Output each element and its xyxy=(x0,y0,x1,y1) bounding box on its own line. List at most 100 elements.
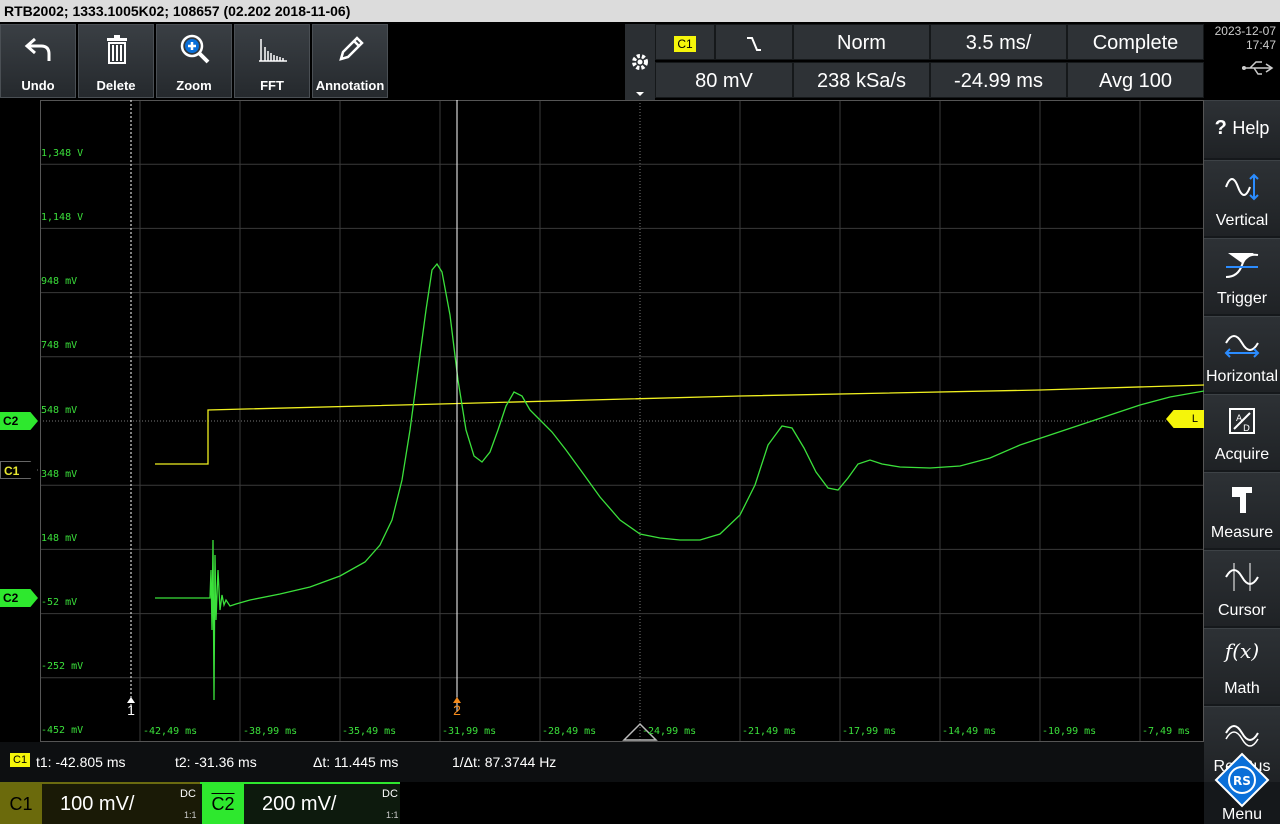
measure-label: Measure xyxy=(1210,524,1274,541)
trigger-source-cell[interactable]: C1 xyxy=(655,24,715,60)
x-tick-label: -7,49 ms xyxy=(1142,726,1191,737)
channel-bar: C1 100 mV/ DC 1:1 C2 200 mV/ DC 1:1 xyxy=(0,782,1204,824)
cursor-delta-t: Δt: 11.445 ms xyxy=(313,754,399,770)
ch1-probe: 1:1 xyxy=(184,810,197,820)
pencil-icon xyxy=(339,36,364,61)
horizontal-icon xyxy=(1224,335,1260,358)
trigger-icon xyxy=(1225,253,1259,278)
ch1-info[interactable]: C1 100 mV/ DC 1:1 xyxy=(0,782,200,824)
datetime: 2023-12-07 17:47 xyxy=(1206,24,1276,81)
trigger-mode-cell[interactable]: Norm xyxy=(793,24,930,60)
usb-icon xyxy=(1242,61,1274,75)
fft-icon xyxy=(259,39,287,62)
x-tick-label: -17,99 ms xyxy=(842,726,897,737)
cursor-2-handle[interactable]: 2 xyxy=(451,697,463,717)
trigger-slope-cell[interactable] xyxy=(715,24,793,60)
sidebar-item-cursor[interactable]: Cursor xyxy=(1204,550,1280,626)
y-tick-label: -452 mV xyxy=(41,725,84,736)
math-label: Math xyxy=(1224,680,1260,697)
ch2-offset-marker[interactable]: C2 xyxy=(0,589,38,607)
undo-button[interactable]: Undo xyxy=(0,24,76,98)
trigger-label: Trigger xyxy=(1216,290,1268,307)
acquire-icon: AD xyxy=(1229,408,1255,434)
ch1-waveform xyxy=(155,384,1204,465)
date-text: 2023-12-07 xyxy=(1214,24,1276,38)
sidebar-item-acquire[interactable]: AD Acquire xyxy=(1204,394,1280,470)
x-tick-label: -31,99 ms xyxy=(442,726,497,737)
x-tick-label: -14,49 ms xyxy=(942,726,997,737)
ref-icon xyxy=(1225,725,1259,747)
horizontal-label: Horizontal xyxy=(1205,368,1279,385)
sidebar-item-horizontal[interactable]: Horizontal xyxy=(1204,316,1280,392)
y-tick-label: -52 mV xyxy=(41,597,78,608)
cursor-source-badge: C1 xyxy=(10,753,31,767)
sidebar-menu: ? Help Vertical Trigger Horizontal AD Ac… xyxy=(1204,100,1280,824)
cursor-1-label: 1 xyxy=(127,702,135,718)
falling-edge-icon xyxy=(747,36,761,51)
ch2-probe: 1:1 xyxy=(386,810,399,820)
cursor-inverse-delta-t: 1/Δt: 87.3744 Hz xyxy=(452,754,557,770)
ch2-info[interactable]: C2 200 mV/ DC 1:1 xyxy=(200,782,400,824)
cursor-icon xyxy=(1225,563,1259,591)
vertical-icon xyxy=(1225,173,1259,201)
time-text: 17:47 xyxy=(1245,38,1276,52)
fft-button[interactable]: FFT xyxy=(234,24,310,98)
sample-rate-cell[interactable]: 238 kSa/s xyxy=(793,62,930,98)
acq-mode-cell[interactable]: Avg 100 xyxy=(1067,62,1204,98)
sidebar-item-trigger[interactable]: Trigger xyxy=(1204,238,1280,314)
x-tick-label: -35,49 ms xyxy=(342,726,397,737)
x-tick-label: -24,99 ms xyxy=(642,726,697,737)
sidebar-item-measure[interactable]: Measure xyxy=(1204,472,1280,548)
y-tick-label: -252 mV xyxy=(41,661,84,672)
x-tick-label: -10,99 ms xyxy=(1042,726,1097,737)
sidebar-item-help[interactable]: ? Help xyxy=(1204,100,1280,158)
help-icon: ? xyxy=(1214,117,1227,139)
acq-state-cell[interactable]: Complete xyxy=(1067,24,1204,60)
cursor-2-label: 2 xyxy=(453,702,461,718)
trigger-source-badge: C1 xyxy=(674,35,696,52)
ch2-label: C2 xyxy=(202,784,244,824)
cursor-t1: t1: -42.805 ms xyxy=(36,754,126,770)
cursor-t2: t2: -31.36 ms xyxy=(175,754,257,770)
annotation-label: Annotation xyxy=(315,78,385,93)
settings-button[interactable] xyxy=(625,24,655,100)
ch2-scale: 200 mV/ xyxy=(262,793,337,815)
help-label: Help xyxy=(1232,118,1270,138)
svg-text:D: D xyxy=(1243,424,1250,434)
fft-label: FFT xyxy=(260,78,284,93)
acquire-label: Acquire xyxy=(1214,446,1270,463)
delete-label: Delete xyxy=(96,78,136,93)
sidebar-item-vertical[interactable]: Vertical xyxy=(1204,160,1280,236)
cursor-1-handle[interactable]: 1 xyxy=(125,697,137,717)
window-title: RTB2002; 1333.1005K02; 108657 (02.202 20… xyxy=(0,0,1280,22)
waveform-grid xyxy=(40,100,1204,742)
vertical-label: Vertical xyxy=(1215,212,1269,229)
undo-icon xyxy=(24,37,51,61)
ch1-position-marker[interactable]: C1 xyxy=(0,461,38,479)
zoom-button[interactable]: Zoom xyxy=(156,24,232,98)
x-tick-label: -28,49 ms xyxy=(542,726,597,737)
y-tick-label: 748 mV xyxy=(41,340,78,351)
ch2-coupling: DC xyxy=(382,788,398,800)
ch1-label: C1 xyxy=(0,784,42,824)
menu-button[interactable]: RS Menu xyxy=(1212,752,1272,824)
x-tick-label: -21,49 ms xyxy=(742,726,797,737)
position-cell[interactable]: -24.99 ms xyxy=(930,62,1067,98)
cursor-label: Cursor xyxy=(1217,602,1266,619)
svg-text:RS: RS xyxy=(1233,774,1251,788)
y-tick-label: 948 mV xyxy=(41,276,78,287)
delete-button[interactable]: Delete xyxy=(78,24,154,98)
waveform-display[interactable] xyxy=(40,100,1204,742)
trigger-level-marker[interactable]: L xyxy=(1166,410,1204,428)
trigger-level-cell[interactable]: 80 mV xyxy=(655,62,793,98)
x-tick-label: -42,49 ms xyxy=(143,726,198,737)
timebase-cell[interactable]: 3.5 ms/ xyxy=(930,24,1067,60)
measure-icon xyxy=(1232,487,1252,513)
y-tick-label: 1,148 V xyxy=(41,212,84,223)
zoom-label: Zoom xyxy=(176,78,212,93)
ch2-position-marker[interactable]: C2 xyxy=(0,412,38,430)
annotation-button[interactable]: Annotation xyxy=(312,24,388,98)
cursor-readout-bar[interactable]: C1 t1: -42.805 ms t2: -31.36 ms Δt: 11.4… xyxy=(0,742,1204,782)
sidebar-item-math[interactable]: f(x) Math xyxy=(1204,628,1280,704)
svg-text:A: A xyxy=(1236,414,1243,424)
